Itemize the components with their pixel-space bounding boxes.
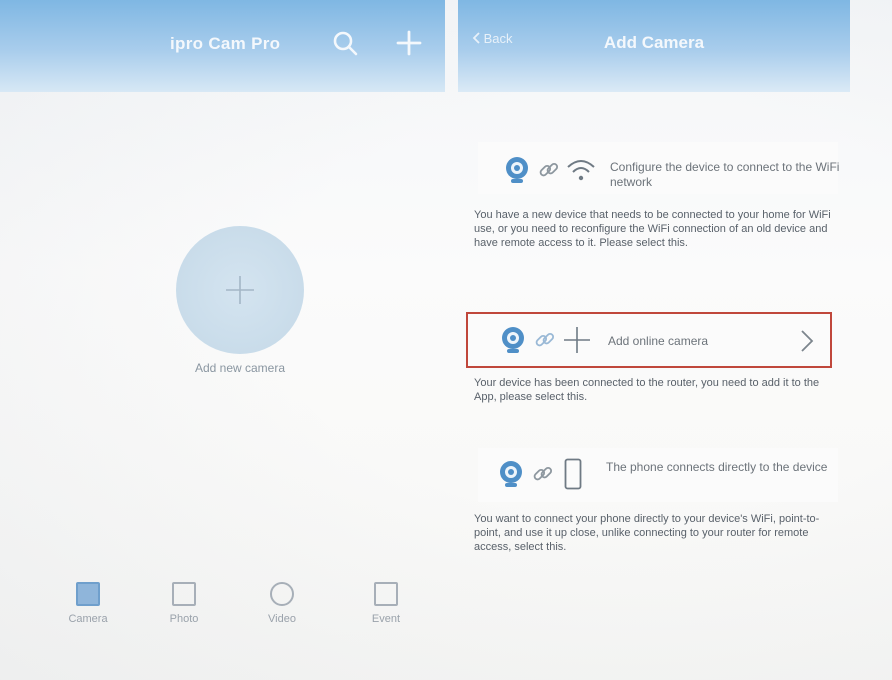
photo-icon [172, 582, 196, 606]
plus-icon [564, 327, 590, 353]
header-bar: Back Add Camera [458, 0, 850, 92]
tab-label: Camera [68, 613, 108, 625]
wifi-icon [567, 160, 595, 181]
tab-label: Photo [169, 613, 199, 625]
camera-icon [500, 461, 522, 487]
camera-list-screen: ipro Cam Pro Add new camera Camera Photo… [0, 0, 445, 680]
tab-video[interactable]: Video [252, 582, 312, 625]
option-title: Add online camera [608, 334, 709, 348]
tab-label: Event [371, 613, 401, 625]
chevron-right-icon[interactable] [796, 328, 818, 354]
option-description: You want to connect your phone directly … [474, 513, 820, 553]
add-camera-screen: Back Add Camera Configure the device to … [458, 0, 850, 680]
add-camera-button[interactable] [176, 226, 304, 354]
link-icon [533, 466, 553, 481]
option-description: You have a new device that needs to be c… [474, 209, 831, 249]
video-icon [270, 582, 294, 606]
tab-label: Video [268, 613, 296, 625]
camera-icon [76, 582, 100, 606]
add-icon[interactable] [396, 30, 422, 56]
option-description: Your device has been connected to the ro… [474, 377, 820, 403]
camera-icon [506, 157, 528, 183]
plus-icon [226, 276, 254, 304]
option-icons [504, 156, 596, 184]
option-icons [498, 458, 582, 490]
app-title: ipro Cam Pro [170, 34, 281, 53]
link-icon [539, 162, 559, 177]
tab-event[interactable]: Event [356, 582, 416, 625]
add-camera-label: Add new camera [194, 361, 286, 375]
option-title: The phone connects directly to the devic… [606, 460, 828, 474]
page-title: Add Camera [603, 33, 705, 52]
search-icon[interactable] [332, 30, 358, 56]
tab-photo[interactable]: Photo [154, 582, 214, 625]
phone-icon [564, 458, 582, 490]
tab-camera[interactable]: Camera [58, 582, 118, 625]
header-bar: ipro Cam Pro [0, 0, 445, 92]
option-title: Configure the device to connect to the W… [610, 160, 840, 189]
link-icon [535, 332, 555, 347]
event-icon [374, 582, 398, 606]
camera-icon [502, 327, 524, 353]
option-icons [500, 325, 592, 355]
